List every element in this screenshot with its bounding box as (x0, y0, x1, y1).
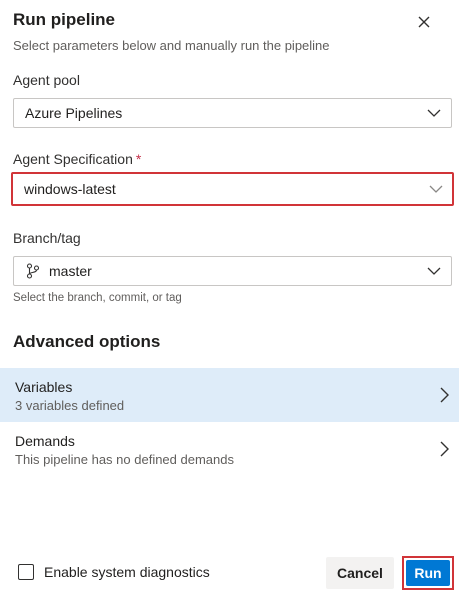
panel-subtitle: Select parameters below and manually run… (13, 38, 330, 53)
demands-subtitle: This pipeline has no defined demands (15, 452, 234, 467)
agent-pool-label: Agent pool (13, 72, 80, 88)
close-icon (417, 15, 431, 34)
demands-title: Demands (15, 433, 75, 449)
branch-value: master (49, 263, 92, 279)
cancel-button[interactable]: Cancel (326, 557, 394, 589)
agent-spec-dropdown[interactable]: windows-latest (11, 172, 454, 206)
diagnostics-checkbox[interactable] (18, 564, 34, 580)
agent-spec-value: windows-latest (24, 181, 116, 197)
agent-pool-value: Azure Pipelines (25, 105, 123, 121)
diagnostics-label: Enable system diagnostics (44, 564, 210, 580)
run-button[interactable]: Run (406, 560, 450, 586)
chevron-right-icon (437, 439, 451, 459)
chevron-down-icon (427, 106, 441, 120)
chevron-right-icon (437, 385, 451, 405)
branch-hint: Select the branch, commit, or tag (13, 292, 182, 304)
branch-dropdown[interactable]: master (13, 256, 452, 286)
variables-subtitle: 3 variables defined (15, 398, 125, 413)
chevron-down-icon (429, 182, 443, 196)
required-mark: * (135, 151, 142, 167)
panel-title: Run pipeline (13, 10, 115, 29)
chevron-down-icon (427, 264, 441, 278)
variables-row[interactable]: Variables 3 variables defined (0, 368, 459, 422)
demands-row[interactable]: Demands This pipeline has no defined dem… (0, 422, 459, 476)
variables-title: Variables (15, 379, 73, 395)
run-button-outline: Run (402, 556, 454, 590)
agent-pool-dropdown[interactable]: Azure Pipelines (13, 98, 452, 128)
branch-icon (25, 263, 41, 279)
close-button[interactable] (412, 12, 436, 36)
agent-spec-label-text: Agent Specification (13, 151, 133, 167)
diagnostics-toggle[interactable]: Enable system diagnostics (18, 564, 210, 580)
agent-spec-label: Agent Specification * (13, 151, 141, 167)
branch-label: Branch/tag (13, 230, 81, 246)
advanced-options-title: Advanced options (13, 332, 161, 351)
run-pipeline-panel: Run pipeline Select parameters below and… (0, 0, 459, 594)
